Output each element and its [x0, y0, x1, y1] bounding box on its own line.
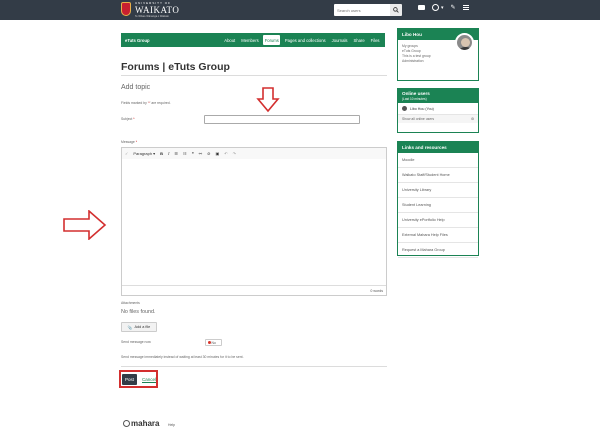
resource-link-request-group[interactable]: Request a Mahara Group — [398, 243, 478, 258]
numbered-list-icon[interactable]: ☷ — [183, 151, 187, 156]
mahara-icon — [123, 420, 130, 427]
hamburger-menu-icon[interactable] — [462, 5, 469, 10]
paragraph-format-select[interactable]: Paragraph ▾ — [133, 151, 155, 156]
user-menu-icon[interactable] — [432, 4, 439, 11]
message-editor: ✓ Paragraph ▾ B I ☰ ☷ ❝ ⚯ ⊘ ▣ ↶ ↷ 0 word… — [121, 147, 387, 296]
top-icons: ▾ ✎ — [418, 4, 469, 11]
search-input[interactable] — [334, 4, 390, 16]
user-search — [334, 4, 402, 16]
search-icon — [393, 7, 399, 13]
send-now-label: Send message now — [121, 340, 151, 344]
subject-label: Subject * — [121, 117, 135, 121]
image-icon[interactable]: ▣ — [215, 151, 219, 156]
resource-link-eportfolio-help[interactable]: University ePortfolio Help — [398, 213, 478, 228]
links-resources-box: Links and resources Moodle Waikato Staff… — [397, 141, 479, 258]
resource-link-moodle[interactable]: Moodle — [398, 153, 478, 168]
tab-about[interactable]: About — [223, 35, 237, 45]
online-users-box: Online users (Last 10 minutes) Libo Hou … — [397, 88, 479, 133]
tab-pages-and-collections[interactable]: Pages and collections — [283, 35, 327, 45]
links-resources-title: Links and resources — [398, 142, 478, 153]
add-file-button[interactable]: 📎 Add a file — [121, 322, 157, 332]
settings-gear-icon[interactable]: ⚙ — [471, 117, 474, 121]
redo-icon[interactable]: ↷ — [233, 151, 236, 156]
link-icon[interactable]: ⚯ — [199, 151, 202, 156]
divider — [121, 366, 387, 367]
message-label: Message * — [121, 140, 138, 144]
post-button[interactable]: Post — [122, 374, 137, 385]
user-avatar-icon — [402, 106, 407, 111]
divider — [121, 75, 387, 76]
mahara-logo[interactable]: mahara — [123, 419, 159, 428]
online-user-item[interactable]: Libo Hou (You) — [398, 103, 478, 115]
chevron-down-icon[interactable]: ▾ — [441, 5, 444, 11]
wrench-icon[interactable]: ✎ — [451, 4, 456, 11]
toggle-label: No — [211, 340, 216, 345]
bullet-list-icon[interactable]: ☰ — [174, 151, 178, 156]
tab-files[interactable]: Files — [369, 35, 381, 45]
group-name[interactable]: eTuts Group — [125, 38, 150, 43]
undo-icon[interactable]: ↶ — [224, 151, 227, 156]
mail-icon[interactable] — [418, 5, 425, 10]
no-files-text: No files found. — [121, 309, 156, 315]
paperclip-icon: 📎 — [127, 325, 133, 330]
required-note: Fields marked by '*' are required. — [121, 101, 171, 105]
page-title: Forums | eTuts Group — [121, 61, 230, 73]
university-logo[interactable]: UNIVERSITY OF WAIKATO Te Whare Wānanga o… — [121, 2, 179, 19]
send-now-toggle[interactable]: No — [205, 339, 222, 346]
tab-members[interactable]: Members — [240, 35, 260, 45]
section-subtitle: Add topic — [121, 84, 151, 91]
bold-icon[interactable]: B — [160, 151, 163, 156]
italic-icon[interactable]: I — [168, 151, 169, 156]
arrow-down-annotation-icon — [256, 87, 280, 113]
arrow-right-annotation-icon — [63, 210, 107, 240]
footer-help-link[interactable]: Help — [168, 423, 175, 427]
group-navigation: eTuts Group About Members Forums Pages a… — [121, 33, 385, 47]
send-now-help: Send message immediately instead of wait… — [121, 355, 244, 359]
resource-link-library[interactable]: University Library — [398, 183, 478, 198]
top-bar: UNIVERSITY OF WAIKATO Te Whare Wānanga o… — [0, 0, 600, 20]
resource-link-staff-student-home[interactable]: Waikato Staff/Student Home — [398, 168, 478, 183]
crest-icon — [121, 2, 131, 16]
online-users-title: Online users — [398, 89, 478, 97]
message-text-area[interactable] — [122, 159, 386, 285]
resource-link-student-learning[interactable]: Student Learning — [398, 198, 478, 213]
tab-forums[interactable]: Forums — [263, 35, 281, 45]
tab-share[interactable]: Share — [352, 35, 366, 45]
toolbar-toggle-icon[interactable]: ✓ — [125, 151, 128, 156]
show-all-online-users-link[interactable]: Show all online users ⚙ — [398, 115, 478, 123]
avatar[interactable] — [455, 33, 474, 52]
toggle-indicator-icon — [207, 341, 211, 344]
cancel-link[interactable]: Cancel — [142, 377, 156, 382]
add-file-label: Add a file — [134, 325, 151, 329]
unlink-icon[interactable]: ⊘ — [207, 151, 210, 156]
search-button[interactable] — [390, 4, 402, 16]
word-count: 0 words — [122, 285, 386, 295]
logo-name-text: WAIKATO — [135, 5, 180, 15]
subject-input[interactable] — [204, 115, 360, 124]
logo-tagline-text: Te Whare Wānanga o Waikato — [135, 15, 169, 18]
quote-icon[interactable]: ❝ — [192, 151, 194, 156]
attachments-label: Attachments — [121, 301, 140, 305]
tab-journals[interactable]: Journals — [330, 35, 349, 45]
resource-link-mahara-help[interactable]: External Mahara Help Files — [398, 228, 478, 243]
profile-link-administration[interactable]: Administration — [402, 59, 474, 64]
